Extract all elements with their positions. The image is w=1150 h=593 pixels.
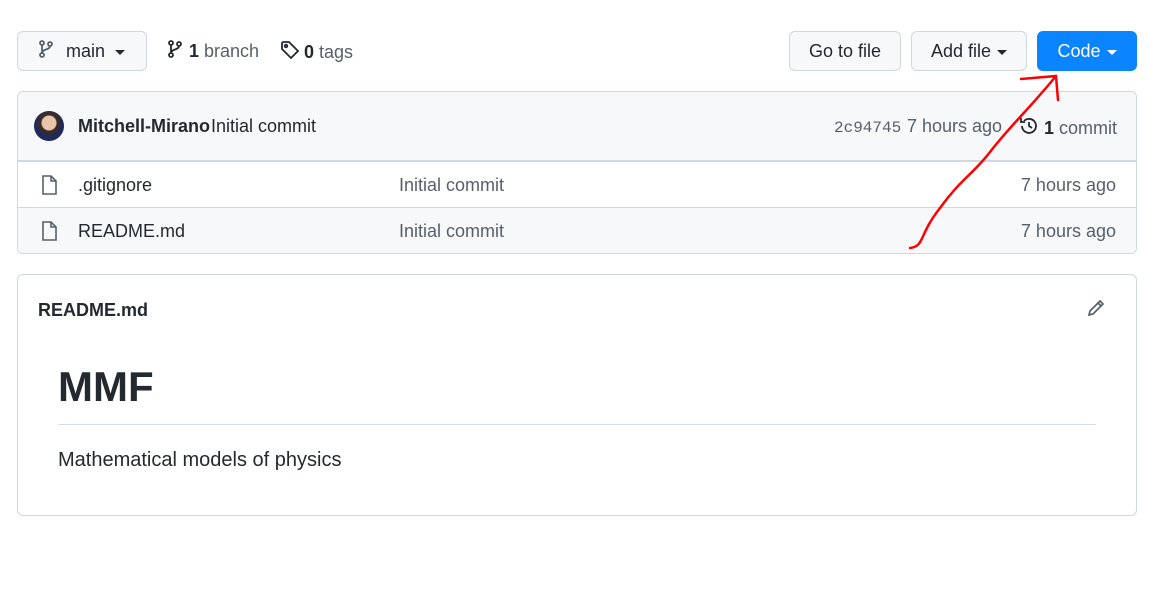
- tags-link[interactable]: 0 tags: [280, 40, 353, 65]
- add-file-button[interactable]: Add file: [911, 31, 1027, 71]
- file-time: 7 hours ago: [1020, 221, 1116, 241]
- tag-icon: [280, 40, 300, 65]
- commit-sha[interactable]: 2c94745: [834, 119, 901, 137]
- commit-message[interactable]: Initial commit: [211, 116, 316, 137]
- chevron-down-icon: [115, 49, 126, 55]
- chevron-down-icon: [1106, 49, 1117, 55]
- file-name[interactable]: README.md: [78, 221, 185, 242]
- commit-time: 7 hours ago: [907, 116, 1003, 136]
- code-label: Code: [1057, 40, 1101, 61]
- repo-toolbar: main 1 branch 0 tags Go to file Add file…: [17, 31, 1137, 71]
- branch-icon: [38, 39, 54, 63]
- add-file-label: Add file: [930, 40, 992, 61]
- divider: [58, 424, 1096, 425]
- file-commit-message[interactable]: Initial commit: [399, 175, 504, 196]
- file-row[interactable]: README.md Initial commit 7 hours ago: [18, 207, 1136, 253]
- tag-count: 0: [304, 42, 315, 62]
- history-icon: [1019, 116, 1039, 141]
- file-name[interactable]: .gitignore: [78, 175, 152, 196]
- readme-panel: README.md MMF Mathematical models of phy…: [17, 274, 1137, 516]
- go-to-file-button[interactable]: Go to file: [789, 31, 901, 71]
- branch-icon: [167, 40, 183, 63]
- file-list: Mitchell-Mirano Initial commit 2c94745 7…: [17, 91, 1137, 254]
- file-commit-message[interactable]: Initial commit: [399, 221, 504, 242]
- pencil-icon[interactable]: [1086, 298, 1106, 323]
- commit-history-link[interactable]: 1 commit: [1019, 116, 1117, 141]
- chevron-down-icon: [997, 49, 1008, 55]
- file-icon: [40, 175, 58, 200]
- branch-selector-button[interactable]: main: [17, 31, 147, 71]
- commit-count-label: commit: [1059, 118, 1118, 138]
- file-time: 7 hours ago: [1020, 175, 1116, 195]
- file-icon: [40, 221, 58, 246]
- commit-count: 1: [1044, 118, 1055, 138]
- branch-label: branch: [204, 41, 260, 61]
- tag-label: tags: [319, 42, 354, 62]
- commit-author[interactable]: Mitchell-Mirano: [78, 116, 210, 137]
- latest-commit-bar: Mitchell-Mirano Initial commit 2c94745 7…: [18, 92, 1136, 161]
- code-button[interactable]: Code: [1037, 31, 1137, 71]
- file-row[interactable]: .gitignore Initial commit 7 hours ago: [18, 161, 1136, 207]
- branch-name: main: [66, 40, 106, 61]
- readme-heading: MMF: [58, 363, 154, 410]
- avatar[interactable]: [34, 111, 64, 141]
- readme-paragraph: Mathematical models of physics: [58, 449, 342, 471]
- branch-count: 1: [189, 41, 200, 61]
- branches-link[interactable]: 1 branch: [167, 40, 259, 63]
- readme-filename: README.md: [38, 300, 149, 320]
